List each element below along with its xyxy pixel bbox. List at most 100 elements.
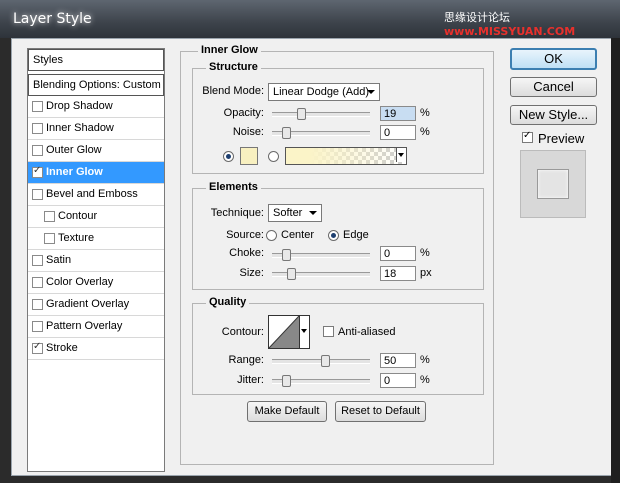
noise-slider[interactable] — [272, 127, 370, 139]
noise-value: 0 — [384, 127, 391, 139]
outer-glow-checkbox[interactable] — [32, 145, 43, 156]
contour-curve-icon — [269, 316, 299, 348]
texture-checkbox[interactable] — [44, 233, 55, 244]
cancel-button[interactable]: Cancel — [510, 77, 597, 97]
source-edge-radio[interactable] — [328, 230, 339, 241]
sidebar-item-stroke[interactable]: Stroke — [28, 338, 164, 360]
sidebar-item-outer-glow[interactable]: Outer Glow — [28, 140, 164, 162]
sidebar-item-inner-shadow[interactable]: Inner Shadow — [28, 118, 164, 140]
blending-options-item[interactable]: Blending Options: Custom — [28, 74, 164, 96]
gradient-picker[interactable] — [285, 147, 407, 165]
sidebar-item-gradient-overlay[interactable]: Gradient Overlay — [28, 294, 164, 316]
opacity-slider-thumb[interactable] — [297, 108, 306, 120]
preview-checkbox[interactable] — [522, 130, 533, 143]
ok-button[interactable]: OK — [510, 48, 597, 70]
range-field[interactable]: 50 — [380, 353, 416, 368]
source-center-radio[interactable] — [266, 230, 277, 241]
blend-mode-value: Linear Dodge (Add) — [273, 86, 370, 98]
opacity-slider[interactable] — [272, 108, 370, 120]
technique-value: Softer — [273, 207, 303, 219]
blend-mode-select[interactable]: Linear Dodge (Add) — [268, 83, 380, 101]
preview-swatch — [537, 169, 569, 199]
satin-checkbox[interactable] — [32, 255, 43, 266]
sidebar-item-bevel-and-emboss[interactable]: Bevel and Emboss — [28, 184, 164, 206]
choke-field[interactable]: 0 — [380, 246, 416, 261]
sidebar-item-label: Drop Shadow — [46, 100, 113, 112]
size-slider[interactable] — [272, 268, 370, 280]
jitter-value: 0 — [384, 375, 391, 387]
blend-mode-label: Blend Mode: — [202, 85, 264, 97]
source-label: Source: — [226, 229, 264, 241]
sidebar-item-label: Stroke — [46, 342, 78, 354]
solid-color-radio[interactable] — [223, 151, 234, 162]
opacity-label: Opacity: — [223, 107, 264, 119]
choke-slider-thumb[interactable] — [282, 249, 291, 261]
jitter-slider-thumb[interactable] — [282, 375, 291, 387]
inner-glow-checkbox[interactable] — [32, 165, 43, 178]
opacity-field[interactable]: 19 — [380, 106, 416, 121]
size-slider-thumb[interactable] — [287, 268, 296, 280]
inner-glow-title: Inner Glow — [198, 44, 261, 56]
sidebar-item-label: Inner Shadow — [46, 122, 114, 134]
choke-value: 0 — [384, 248, 391, 260]
preview-label: Preview — [538, 131, 585, 146]
contour-dropdown[interactable] — [299, 316, 309, 348]
choke-label: Choke: — [229, 247, 264, 259]
sidebar-item-label: Outer Glow — [46, 144, 102, 156]
reset-to-default-button[interactable]: Reset to Default — [335, 401, 426, 422]
sidebar-item-texture[interactable]: Texture — [28, 228, 164, 250]
jitter-slider[interactable] — [272, 375, 370, 387]
sidebar-item-color-overlay[interactable]: Color Overlay — [28, 272, 164, 294]
size-unit: px — [420, 267, 432, 279]
noise-field[interactable]: 0 — [380, 125, 416, 140]
noise-label: Noise: — [232, 126, 264, 138]
new-style-button[interactable]: New Style... — [510, 105, 597, 125]
contour-checkbox[interactable] — [44, 211, 55, 222]
sidebar-item-pattern-overlay[interactable]: Pattern Overlay — [28, 316, 164, 338]
make-default-button[interactable]: Make Default — [247, 401, 327, 422]
glow-color-swatch[interactable] — [240, 147, 258, 165]
drop-shadow-checkbox[interactable] — [32, 101, 43, 112]
range-slider[interactable] — [272, 355, 370, 367]
sidebar-item-inner-glow[interactable]: Inner Glow — [28, 162, 164, 184]
sidebar-item-drop-shadow[interactable]: Drop Shadow — [28, 96, 164, 118]
noise-slider-thumb[interactable] — [282, 127, 291, 139]
styles-header[interactable]: Styles — [28, 49, 164, 71]
anti-aliased-label: Anti-aliased — [338, 326, 396, 338]
jitter-label: Jitter: — [237, 374, 264, 386]
jitter-field[interactable]: 0 — [380, 373, 416, 388]
gradient-radio[interactable] — [268, 151, 279, 162]
chevron-down-icon — [301, 329, 307, 333]
sidebar-item-label: Contour — [58, 210, 98, 222]
color-overlay-checkbox[interactable] — [32, 277, 43, 288]
chevron-down-icon — [309, 211, 317, 215]
window-edge — [611, 38, 620, 483]
contour-picker[interactable] — [268, 315, 310, 349]
noise-unit: % — [420, 126, 430, 138]
opacity-value: 19 — [384, 108, 397, 120]
inner-shadow-checkbox[interactable] — [32, 123, 43, 134]
chevron-down-icon — [398, 153, 404, 157]
pattern-overlay-checkbox[interactable] — [32, 321, 43, 332]
size-field[interactable]: 18 — [380, 266, 416, 281]
bevel-and-emboss-checkbox[interactable] — [32, 189, 43, 200]
blending-options-label: Blending Options: Custom — [33, 79, 161, 91]
window-title: Layer Style — [13, 11, 92, 27]
choke-slider[interactable] — [272, 249, 370, 261]
range-value: 50 — [384, 355, 397, 367]
chevron-down-icon — [367, 90, 375, 94]
gradient-dropdown[interactable] — [396, 148, 406, 162]
sidebar-item-contour[interactable]: Contour — [28, 206, 164, 228]
stroke-checkbox[interactable] — [32, 341, 43, 354]
gradient-overlay-checkbox[interactable] — [32, 299, 43, 310]
choke-unit: % — [420, 247, 430, 259]
contour-label: Contour: — [221, 326, 264, 338]
technique-select[interactable]: Softer — [268, 204, 322, 222]
range-slider-thumb[interactable] — [321, 355, 330, 367]
anti-aliased-checkbox[interactable] — [323, 326, 334, 337]
styles-list: Styles Blending Options: Custom Drop Sha… — [27, 48, 165, 472]
watermark-prefix: 思缘设计论坛 — [444, 11, 510, 24]
watermark-site: www.MISSYUAN.COM — [444, 25, 576, 38]
source-center-label: Center — [281, 229, 315, 241]
sidebar-item-satin[interactable]: Satin — [28, 250, 164, 272]
